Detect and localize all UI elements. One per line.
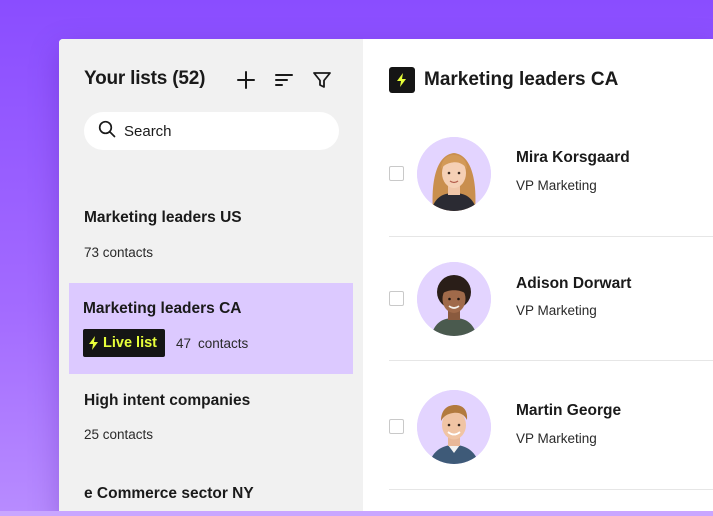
list-contact-count: 25 contacts <box>84 427 154 442</box>
bolt-icon <box>89 336 98 350</box>
bolt-icon <box>389 67 415 93</box>
contact-checkbox[interactable] <box>389 291 404 306</box>
list-item[interactable]: e Commerce sector NY <box>69 467 353 516</box>
contact-name: Mira Korsgaard <box>516 149 630 166</box>
lists-sidebar: Your lists (52) Marketing leaders US 73 … <box>59 39 363 516</box>
list-item[interactable]: Marketing leaders US 73 contacts <box>69 191 353 271</box>
avatar <box>417 390 491 464</box>
contact-checkbox[interactable] <box>389 419 404 434</box>
search-input[interactable] <box>124 122 324 140</box>
contact-role: VP Marketing <box>516 303 597 318</box>
contact-row[interactable]: Mira Korsgaard VP Marketing <box>389 113 713 237</box>
avatar <box>417 262 491 336</box>
contact-checkbox[interactable] <box>389 166 404 181</box>
badge-label: Live list <box>103 335 157 351</box>
sidebar-title: Your lists (52) <box>84 68 206 89</box>
list-name: High intent companies <box>84 392 251 409</box>
avatar <box>417 137 491 211</box>
contact-row[interactable]: Adison Dorwart VP Marketing <box>389 237 713 361</box>
page-title: Marketing leaders CA <box>424 69 619 90</box>
search-box[interactable] <box>84 112 339 150</box>
list-item-selected[interactable]: Marketing leaders CA Live list 47 contac… <box>69 283 353 374</box>
list-contact-count: 47 <box>176 336 192 351</box>
contact-role: VP Marketing <box>516 431 597 446</box>
contact-name: Martin George <box>516 402 622 419</box>
plus-icon[interactable] <box>233 67 259 93</box>
contact-name: Adison Dorwart <box>516 275 632 292</box>
list-detail-panel: Marketing leaders CA Mira Korsgaard VP M… <box>363 39 713 516</box>
sidebar-header: Your lists (52) <box>84 67 344 95</box>
contact-role: VP Marketing <box>516 178 597 193</box>
list-item[interactable]: High intent companies 25 contacts <box>69 374 353 454</box>
filter-icon[interactable] <box>309 67 335 93</box>
list-name: e Commerce sector NY <box>84 485 254 502</box>
contact-row[interactable]: Martin George VP Marketing <box>389 366 713 490</box>
sort-icon[interactable] <box>271 67 297 93</box>
list-contact-label: contacts <box>198 336 249 351</box>
list-contact-count: 73 contacts <box>84 245 154 260</box>
search-icon <box>98 120 116 143</box>
app-window: Your lists (52) Marketing leaders US 73 … <box>59 39 713 516</box>
live-list-badge: Live list <box>83 329 165 357</box>
bottom-divider <box>0 511 713 516</box>
panel-header: Marketing leaders CA <box>389 67 618 93</box>
list-name: Marketing leaders US <box>84 209 242 226</box>
list-name: Marketing leaders CA <box>83 300 242 317</box>
